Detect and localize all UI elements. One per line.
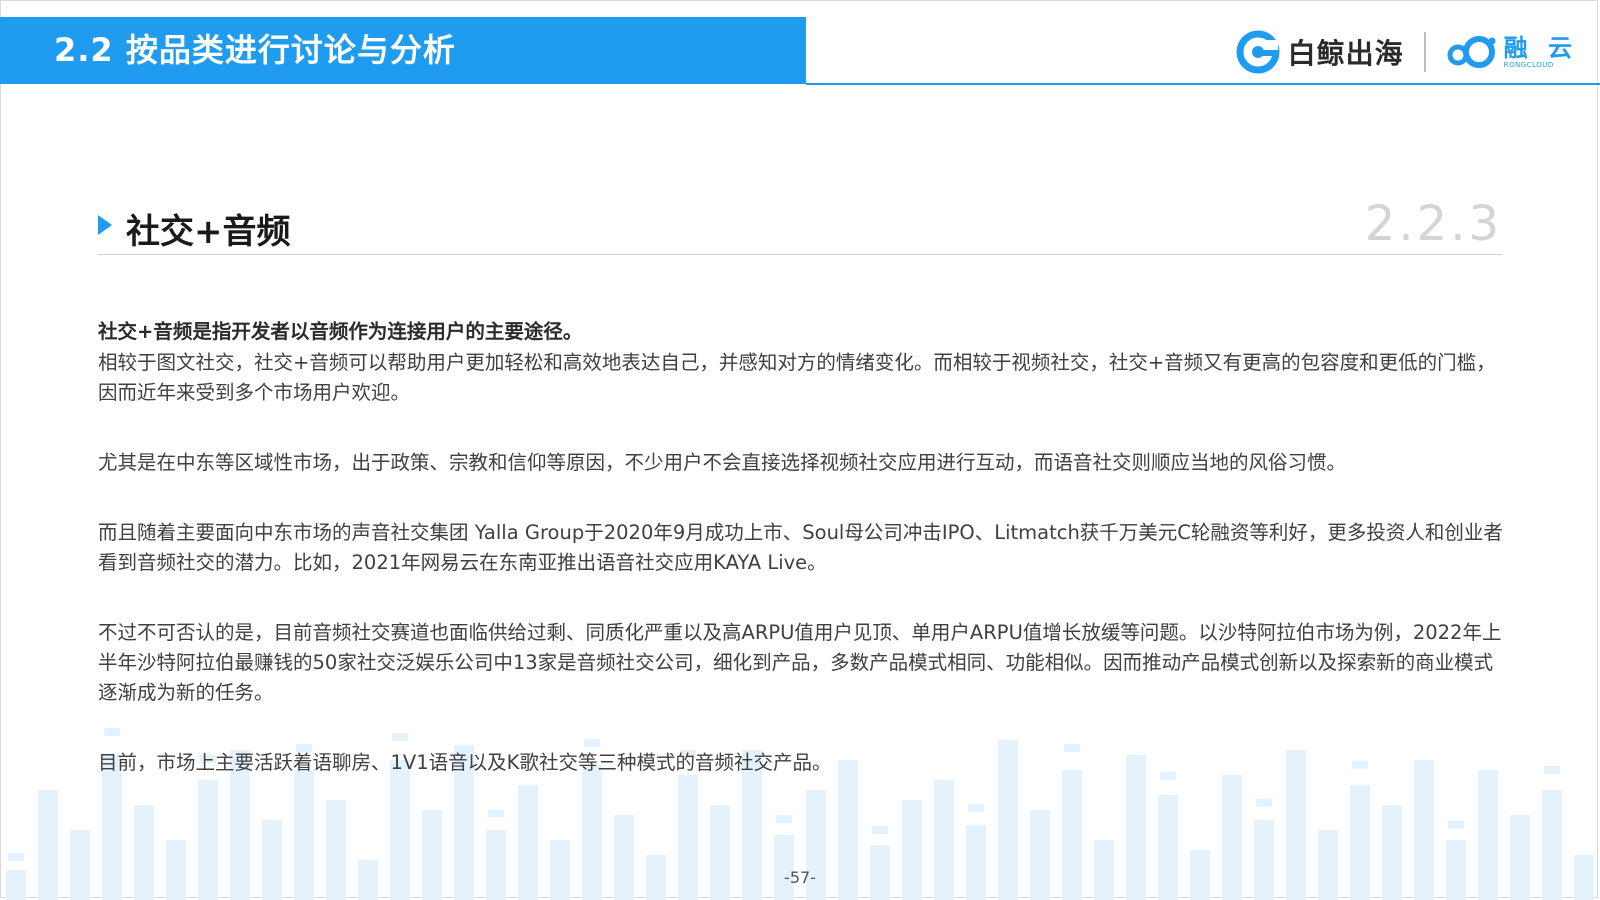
decor-bar [1510, 815, 1530, 900]
paragraph-4: 不过不可否认的是，目前音频社交赛道也面临供给过剩、同质化严重以及高ARPU值用户… [98, 621, 1502, 704]
triangle-bullet-icon [98, 215, 112, 235]
decor-bar-cap [1448, 820, 1464, 829]
section-number: 2.2.3 [1364, 196, 1502, 252]
body-content: 社交+音频是指开发者以音频作为连接用户的主要途径。 相较于图文社交，社交+音频可… [98, 316, 1506, 778]
decor-bar-cap [488, 809, 504, 818]
decor-bar [614, 815, 634, 900]
decor-bar [262, 820, 282, 900]
page-number: -57- [784, 868, 816, 887]
baijing-logo-icon [1236, 30, 1280, 74]
section-divider [98, 254, 1502, 255]
baijing-logo: 白鲸出海 [1236, 30, 1404, 74]
paragraph-3: 而且随着主要面向中东市场的声音社交集团 Yalla Group于2020年9月成… [98, 521, 1503, 574]
baijing-logo-text: 白鲸出海 [1287, 37, 1404, 70]
decor-bar-cap [1544, 766, 1560, 774]
paragraph-2: 尤其是在中东等区域性市场，出于政策、宗教和信仰等原因，不少用户不会直接选择视频社… [98, 451, 1347, 474]
decor-bar-cap [776, 815, 792, 824]
decor-bar [70, 830, 90, 900]
rongcloud-logo-subtext: RONGCLOUD [1503, 60, 1554, 69]
paragraph-1: 相较于图文社交，社交+音频可以帮助用户更加轻松和高效地表达自己，并感知对方的情绪… [98, 351, 1496, 404]
section-title: 社交+音频 [126, 212, 291, 252]
rongcloud-logo-icon [1447, 36, 1496, 68]
decor-bar-cap [872, 826, 888, 834]
decor-bar [966, 825, 986, 900]
logo-divider [1423, 32, 1426, 72]
decor-bar [1318, 830, 1338, 900]
rongcloud-logo-text: 融 云 [1503, 33, 1578, 62]
section-heading: 社交+音频 2.2.3 [98, 196, 1502, 254]
decor-bar-cap [1256, 798, 1272, 807]
rongcloud-logo: 融 云 RONGCLOUD [1446, 35, 1578, 70]
decor-bar-cap [8, 853, 24, 862]
paragraph-5: 目前，市场上主要活跃着语聊房、1V1语音以及K歌社交等三种模式的音频社交产品。 [98, 751, 832, 774]
decor-bar-cap [968, 804, 984, 813]
decor-bar [486, 830, 506, 900]
decor-bar [1254, 820, 1274, 900]
lead-paragraph: 社交+音频是指开发者以音频作为连接用户的主要途径。 [98, 320, 583, 343]
header-title: 2.2 按品类进行讨论与分析 [54, 31, 456, 69]
header-underline [806, 83, 1600, 85]
brand-logos: 白鲸出海 融 云 RONGCLOUD [1236, 28, 1578, 76]
header-banner: 2.2 按品类进行讨论与分析 [0, 17, 806, 84]
